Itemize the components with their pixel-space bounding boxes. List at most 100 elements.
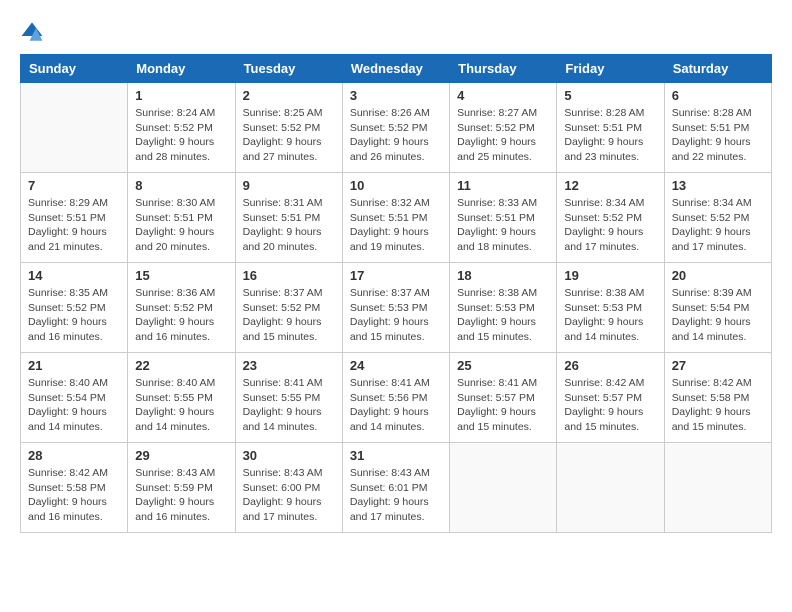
day-number: 4 <box>457 88 549 103</box>
week-row-3: 14Sunrise: 8:35 AM Sunset: 5:52 PM Dayli… <box>21 263 772 353</box>
day-number: 10 <box>350 178 442 193</box>
week-row-5: 28 Sunrise: 8:42 AM Sunset: 5:58 PM Dayli… <box>21 443 772 533</box>
day-number: 15 <box>135 268 227 283</box>
day-number: 19 <box>564 268 656 283</box>
weekday-header-tuesday: Tuesday <box>235 55 342 83</box>
calendar-cell: 9 Sunrise: 8:31 AM Sunset: 5:51 PM Daylig… <box>235 173 342 263</box>
calendar-cell <box>21 83 128 173</box>
day-info: Sunrise: 8:28 AM Sunset: 5:51 PM Dayligh… <box>564 106 656 165</box>
day-info: Sunrise: 8:37 AM Sunset: 5:52 PM Dayligh… <box>243 286 335 345</box>
day-number: 9 <box>243 178 335 193</box>
calendar-cell: 17 Sunrise: 8:37 AM Sunset: 5:53 PM Dayli… <box>342 263 449 353</box>
page-header <box>20 20 772 44</box>
calendar-cell: 28 Sunrise: 8:42 AM Sunset: 5:58 PM Dayli… <box>21 443 128 533</box>
day-info: Sunrise: 8:34 AM Sunset: 5:52 PM Dayligh… <box>672 196 764 255</box>
day-info: Sunrise: 8:25 AM Sunset: 5:52 PM Dayligh… <box>243 106 335 165</box>
weekday-header-friday: Friday <box>557 55 664 83</box>
day-info: Sunrise: 8:35 AM Sunset: 5:52 PM Dayligh… <box>28 286 120 345</box>
day-info: Sunrise: 8:42 AM Sunset: 5:58 PM Dayligh… <box>28 466 120 525</box>
day-number: 20 <box>672 268 764 283</box>
logo <box>20 20 48 44</box>
calendar-cell: 2 Sunrise: 8:25 AM Sunset: 5:52 PM Daylig… <box>235 83 342 173</box>
day-number: 29 <box>135 448 227 463</box>
weekday-header-sunday: Sunday <box>21 55 128 83</box>
logo-icon <box>20 20 44 44</box>
calendar-cell: 14Sunrise: 8:35 AM Sunset: 5:52 PM Dayli… <box>21 263 128 353</box>
day-number: 21 <box>28 358 120 373</box>
day-info: Sunrise: 8:37 AM Sunset: 5:53 PM Dayligh… <box>350 286 442 345</box>
day-info: Sunrise: 8:41 AM Sunset: 5:55 PM Dayligh… <box>243 376 335 435</box>
calendar-cell: 5 Sunrise: 8:28 AM Sunset: 5:51 PM Daylig… <box>557 83 664 173</box>
calendar-cell: 21 Sunrise: 8:40 AM Sunset: 5:54 PM Dayli… <box>21 353 128 443</box>
day-info: Sunrise: 8:40 AM Sunset: 5:55 PM Dayligh… <box>135 376 227 435</box>
calendar-cell: 12 Sunrise: 8:34 AM Sunset: 5:52 PM Dayli… <box>557 173 664 263</box>
day-info: Sunrise: 8:30 AM Sunset: 5:51 PM Dayligh… <box>135 196 227 255</box>
day-number: 26 <box>564 358 656 373</box>
day-number: 28 <box>28 448 120 463</box>
day-number: 6 <box>672 88 764 103</box>
day-info: Sunrise: 8:40 AM Sunset: 5:54 PM Dayligh… <box>28 376 120 435</box>
day-number: 27 <box>672 358 764 373</box>
day-info: Sunrise: 8:41 AM Sunset: 5:57 PM Dayligh… <box>457 376 549 435</box>
calendar-cell: 18 Sunrise: 8:38 AM Sunset: 5:53 PM Dayli… <box>450 263 557 353</box>
calendar-cell: 11 Sunrise: 8:33 AM Sunset: 5:51 PM Dayli… <box>450 173 557 263</box>
day-info: Sunrise: 8:27 AM Sunset: 5:52 PM Dayligh… <box>457 106 549 165</box>
day-number: 24 <box>350 358 442 373</box>
calendar-cell: 3 Sunrise: 8:26 AM Sunset: 5:52 PM Daylig… <box>342 83 449 173</box>
day-info: Sunrise: 8:34 AM Sunset: 5:52 PM Dayligh… <box>564 196 656 255</box>
weekday-header-wednesday: Wednesday <box>342 55 449 83</box>
calendar-cell: 7Sunrise: 8:29 AM Sunset: 5:51 PM Daylig… <box>21 173 128 263</box>
day-number: 16 <box>243 268 335 283</box>
calendar-table: SundayMondayTuesdayWednesdayThursdayFrid… <box>20 54 772 533</box>
calendar-cell: 23 Sunrise: 8:41 AM Sunset: 5:55 PM Dayli… <box>235 353 342 443</box>
calendar-cell: 22 Sunrise: 8:40 AM Sunset: 5:55 PM Dayli… <box>128 353 235 443</box>
day-number: 11 <box>457 178 549 193</box>
day-number: 23 <box>243 358 335 373</box>
week-row-2: 7Sunrise: 8:29 AM Sunset: 5:51 PM Daylig… <box>21 173 772 263</box>
calendar-cell: 27 Sunrise: 8:42 AM Sunset: 5:58 PM Dayli… <box>664 353 771 443</box>
calendar-cell: 24 Sunrise: 8:41 AM Sunset: 5:56 PM Dayli… <box>342 353 449 443</box>
week-row-4: 21 Sunrise: 8:40 AM Sunset: 5:54 PM Dayli… <box>21 353 772 443</box>
calendar-cell: 30Sunrise: 8:43 AM Sunset: 6:00 PM Dayli… <box>235 443 342 533</box>
day-info: Sunrise: 8:32 AM Sunset: 5:51 PM Dayligh… <box>350 196 442 255</box>
day-number: 25 <box>457 358 549 373</box>
calendar-cell <box>450 443 557 533</box>
day-info: Sunrise: 8:31 AM Sunset: 5:51 PM Dayligh… <box>243 196 335 255</box>
day-info: Sunrise: 8:43 AM Sunset: 6:01 PM Dayligh… <box>350 466 442 525</box>
day-number: 3 <box>350 88 442 103</box>
day-number: 7 <box>28 178 120 193</box>
day-number: 12 <box>564 178 656 193</box>
calendar-cell: 25 Sunrise: 8:41 AM Sunset: 5:57 PM Dayli… <box>450 353 557 443</box>
day-info: Sunrise: 8:26 AM Sunset: 5:52 PM Dayligh… <box>350 106 442 165</box>
day-info: Sunrise: 8:28 AM Sunset: 5:51 PM Dayligh… <box>672 106 764 165</box>
day-info: Sunrise: 8:33 AM Sunset: 5:51 PM Dayligh… <box>457 196 549 255</box>
day-number: 18 <box>457 268 549 283</box>
calendar-cell: 29 Sunrise: 8:43 AM Sunset: 5:59 PM Dayli… <box>128 443 235 533</box>
day-info: Sunrise: 8:39 AM Sunset: 5:54 PM Dayligh… <box>672 286 764 345</box>
day-info: Sunrise: 8:38 AM Sunset: 5:53 PM Dayligh… <box>457 286 549 345</box>
day-info: Sunrise: 8:42 AM Sunset: 5:58 PM Dayligh… <box>672 376 764 435</box>
day-info: Sunrise: 8:43 AM Sunset: 6:00 PM Dayligh… <box>243 466 335 525</box>
day-number: 31 <box>350 448 442 463</box>
day-number: 1 <box>135 88 227 103</box>
calendar-cell: 10 Sunrise: 8:32 AM Sunset: 5:51 PM Dayli… <box>342 173 449 263</box>
calendar-cell: 26Sunrise: 8:42 AM Sunset: 5:57 PM Dayli… <box>557 353 664 443</box>
calendar-cell: 1 Sunrise: 8:24 AM Sunset: 5:52 PM Daylig… <box>128 83 235 173</box>
day-number: 13 <box>672 178 764 193</box>
day-number: 2 <box>243 88 335 103</box>
day-info: Sunrise: 8:41 AM Sunset: 5:56 PM Dayligh… <box>350 376 442 435</box>
calendar-cell: 8Sunrise: 8:30 AM Sunset: 5:51 PM Daylig… <box>128 173 235 263</box>
calendar-cell <box>664 443 771 533</box>
day-info: Sunrise: 8:36 AM Sunset: 5:52 PM Dayligh… <box>135 286 227 345</box>
day-number: 22 <box>135 358 227 373</box>
day-info: Sunrise: 8:24 AM Sunset: 5:52 PM Dayligh… <box>135 106 227 165</box>
calendar-cell: 15 Sunrise: 8:36 AM Sunset: 5:52 PM Dayli… <box>128 263 235 353</box>
calendar-cell: 6 Sunrise: 8:28 AM Sunset: 5:51 PM Daylig… <box>664 83 771 173</box>
calendar-cell: 13 Sunrise: 8:34 AM Sunset: 5:52 PM Dayli… <box>664 173 771 263</box>
calendar-cell: 19Sunrise: 8:38 AM Sunset: 5:53 PM Dayli… <box>557 263 664 353</box>
day-number: 5 <box>564 88 656 103</box>
calendar-cell: 4 Sunrise: 8:27 AM Sunset: 5:52 PM Daylig… <box>450 83 557 173</box>
day-info: Sunrise: 8:43 AM Sunset: 5:59 PM Dayligh… <box>135 466 227 525</box>
day-number: 17 <box>350 268 442 283</box>
calendar-cell: 20 Sunrise: 8:39 AM Sunset: 5:54 PM Dayli… <box>664 263 771 353</box>
